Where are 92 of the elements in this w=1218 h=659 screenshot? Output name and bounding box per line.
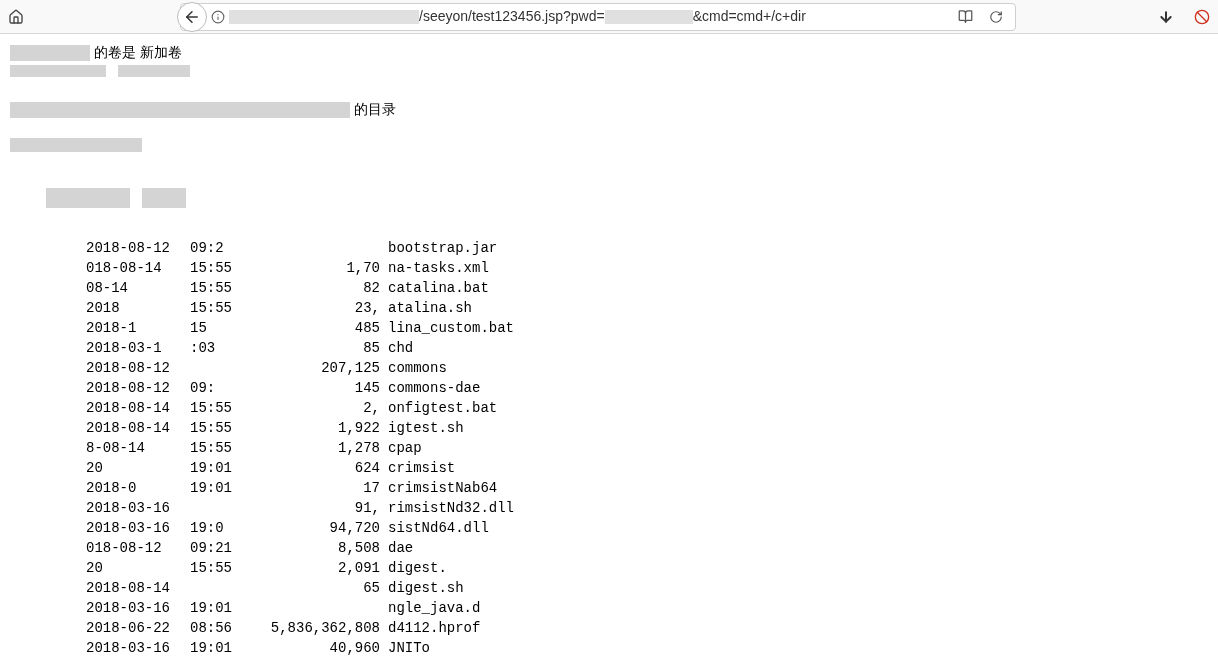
size-cell-text: 8,508 bbox=[337, 539, 380, 558]
date-cell-text: 2018-08-14 bbox=[86, 399, 171, 418]
time-cell-text: 08:56 bbox=[190, 619, 233, 638]
time-cell-text: 15:55 bbox=[190, 279, 233, 298]
date-cell-text: 2018-08-12 bbox=[86, 379, 171, 398]
filename-cell-text: crimsistNab64 bbox=[388, 479, 499, 498]
home-icon[interactable] bbox=[8, 8, 24, 25]
url-text[interactable]: &cmd=cmd+/c+dir bbox=[692, 6, 806, 27]
size-cell-text: 94,720 bbox=[328, 519, 380, 538]
filename-cell-text: na-tasks.xml bbox=[388, 259, 490, 278]
filename-cell-text: rimsistNd32.dll bbox=[388, 499, 516, 518]
filename-cell-text: commons bbox=[388, 359, 448, 378]
filename-cell-text: lina_custom.bat bbox=[388, 319, 516, 338]
date-cell-text: 2018-03-16 bbox=[86, 639, 171, 658]
date-cell-text: 20 bbox=[86, 459, 104, 478]
time-cell-text: 19:01 bbox=[190, 459, 233, 478]
date-cell-text: 2018-03-16 bbox=[86, 519, 171, 538]
time-cell-text: :03 bbox=[190, 339, 217, 358]
reload-icon[interactable] bbox=[989, 9, 1003, 24]
time-cell-text: 15:55 bbox=[190, 439, 233, 458]
time-cell-text: 15:55 bbox=[190, 299, 233, 318]
date-cell-text: 018-08-12 bbox=[86, 539, 163, 558]
size-cell-text: 23, bbox=[353, 299, 380, 318]
size-cell-text: 1,922 bbox=[337, 419, 380, 438]
url-text[interactable]: /seeyon/test123456.jsp?pwd= bbox=[419, 6, 605, 27]
size-cell-text: 82 bbox=[362, 279, 380, 298]
time-cell-text: 19:01 bbox=[190, 639, 233, 658]
size-cell-text: 1,278 bbox=[337, 439, 380, 458]
filename-cell-text: crimsist bbox=[388, 459, 457, 478]
size-cell-text: 91, bbox=[353, 499, 380, 518]
date-cell-text: 20 bbox=[86, 559, 104, 578]
date-cell-text: 2018-1 bbox=[86, 319, 138, 338]
redaction-block bbox=[118, 65, 190, 77]
filename-cell-text: onfigtest.bat bbox=[388, 399, 499, 418]
filename-cell-text: atalina.sh bbox=[388, 299, 473, 318]
time-cell-text: 09:21 bbox=[190, 539, 233, 558]
size-cell-text: 2,091 bbox=[337, 559, 380, 578]
time-cell-text: 15:55 bbox=[190, 259, 233, 278]
time-cell-text: 15:55 bbox=[190, 559, 233, 578]
date-cell-text: 8-08-14 bbox=[86, 439, 146, 458]
filename-cell-text: ngle_java.d bbox=[388, 599, 482, 618]
size-cell-text: 85 bbox=[362, 339, 380, 358]
filename-cell-text: sistNd64.dll bbox=[388, 519, 490, 538]
time-cell-text: 19:01 bbox=[190, 599, 233, 618]
download-icon[interactable] bbox=[1158, 8, 1174, 25]
reader-view-icon[interactable] bbox=[958, 9, 973, 24]
blocked-icon[interactable] bbox=[1194, 8, 1210, 25]
date-cell-text: 2018-03-16 bbox=[86, 499, 171, 518]
date-cell-text: 2018-08-14 bbox=[86, 419, 171, 438]
volume-text: 的卷是 新加卷 bbox=[94, 43, 182, 62]
date-cell-text: 2018-03-16 bbox=[86, 599, 171, 618]
filename-cell-text: bootstrap.jar bbox=[388, 239, 499, 258]
date-cell-text: 2018-06-22 bbox=[86, 619, 171, 638]
date-cell-text: 018-08-14 bbox=[86, 259, 163, 278]
size-cell-text: 485 bbox=[353, 319, 380, 338]
time-cell-text: 09: bbox=[190, 379, 217, 398]
time-cell-text: 19:01 bbox=[190, 479, 233, 498]
size-cell-text: 1,70 bbox=[345, 259, 380, 278]
time-cell-text: 15:55 bbox=[190, 399, 233, 418]
time-cell-text: 19:0 bbox=[190, 519, 225, 538]
date-cell-text: 2018 bbox=[86, 299, 121, 318]
size-cell-text: 145 bbox=[353, 379, 380, 398]
size-cell-text: 624 bbox=[353, 459, 380, 478]
filename-cell-text: catalina.bat bbox=[388, 279, 490, 298]
back-button[interactable] bbox=[177, 1, 207, 32]
size-cell-text: 65 bbox=[362, 579, 380, 598]
filename-cell-text: cpap bbox=[388, 439, 423, 458]
redaction-block bbox=[142, 188, 186, 208]
date-cell-text: 2018-08-12 bbox=[86, 359, 171, 378]
date-cell-text: 2018-08-12 bbox=[86, 239, 171, 258]
date-cell-text: 08-14 bbox=[86, 279, 129, 298]
filename-cell-text: igtest.sh bbox=[388, 419, 465, 438]
size-cell-text: 207,125 bbox=[320, 359, 380, 378]
size-cell-text: 17 bbox=[362, 479, 380, 498]
size-cell-text: 5,836,362,808 bbox=[269, 619, 380, 638]
size-cell-text: 40,960 bbox=[328, 639, 380, 658]
date-cell-text: 2018-0 bbox=[86, 479, 138, 498]
size-cell-text: 2, bbox=[362, 399, 380, 418]
directory-text: 的目录 bbox=[354, 100, 396, 119]
time-cell-text: 15 bbox=[190, 319, 208, 338]
filename-cell-text: dae bbox=[388, 539, 415, 558]
time-cell-text: 09:2 bbox=[190, 239, 225, 258]
info-icon[interactable] bbox=[211, 9, 225, 24]
date-cell-text: 2018-08-14 bbox=[86, 579, 171, 598]
filename-cell-text: d4112.hprof bbox=[388, 619, 482, 638]
filename-cell-text: digest.sh bbox=[388, 579, 465, 598]
filename-cell-text: JNITo bbox=[388, 639, 431, 658]
filename-cell-text: digest. bbox=[388, 559, 448, 578]
filename-cell-text: commons-dae bbox=[388, 379, 482, 398]
date-cell-text: 2018-03-1 bbox=[86, 339, 163, 358]
time-cell-text: 15:55 bbox=[190, 419, 233, 438]
filename-cell-text: chd bbox=[388, 339, 415, 358]
